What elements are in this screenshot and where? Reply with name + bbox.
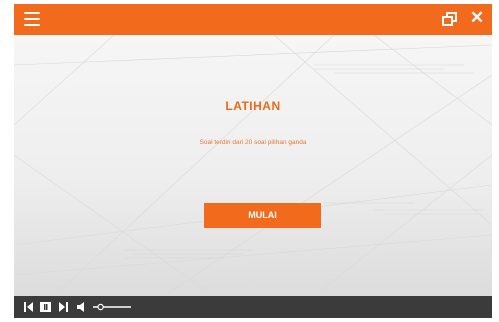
hamburger-menu-icon[interactable]: [24, 12, 40, 26]
skip-back-icon[interactable]: [24, 300, 34, 314]
volume-slider[interactable]: [91, 300, 133, 314]
page-subtitle: Soal terdiri dari 20 soal pilihan ganda: [199, 139, 307, 146]
pause-icon[interactable]: [40, 300, 51, 314]
close-icon[interactable]: ✕: [469, 9, 485, 26]
player-controls: [14, 296, 492, 318]
skip-forward-icon[interactable]: [58, 300, 68, 314]
top-bar: ✕: [14, 4, 492, 35]
app-window: ✕ LATIHAN Soal terdiri dari 20 soal pili…: [14, 4, 492, 318]
exercise-panel: LATIHAN Soal terdiri dari 20 soal piliha…: [14, 35, 492, 296]
start-button[interactable]: MULAI: [204, 203, 321, 228]
restore-window-icon[interactable]: [442, 12, 458, 26]
volume-icon[interactable]: [77, 300, 85, 314]
background-sketch: [14, 35, 492, 296]
page-title: LATIHAN: [225, 99, 281, 113]
volume-slider-handle[interactable]: [97, 303, 104, 311]
